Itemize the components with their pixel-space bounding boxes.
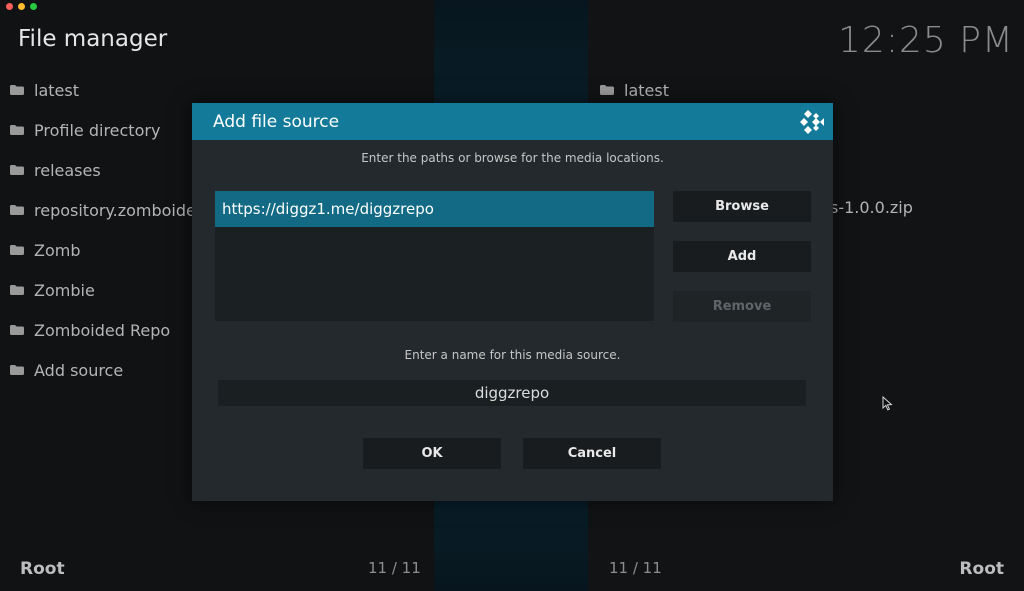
- folder-icon: [600, 85, 614, 95]
- add-file-source-dialog: Add file source Enter the paths or brows…: [192, 103, 833, 501]
- dialog-header: Add file source: [192, 103, 833, 140]
- window-controls: [6, 3, 37, 10]
- list-item-label-partial[interactable]: s-1.0.0.zip: [830, 198, 913, 217]
- add-button[interactable]: Add: [673, 241, 811, 272]
- left-pane-root-label: Root: [20, 559, 65, 579]
- clock: 12:25 PM: [838, 20, 1014, 61]
- remove-button[interactable]: Remove: [673, 291, 811, 322]
- list-item-label: Zombie: [34, 280, 95, 300]
- right-pane-item-count: 11 / 11: [609, 559, 662, 577]
- list-item-label: Zomb: [34, 240, 81, 260]
- list-item-label: Profile directory: [34, 120, 161, 140]
- folder-icon: [10, 285, 24, 295]
- paths-instruction: Enter the paths or browse for the media …: [361, 151, 664, 165]
- folder-icon: [10, 125, 24, 135]
- list-item-label: latest: [624, 80, 669, 100]
- list-item-label: latest: [34, 80, 79, 100]
- name-instruction: Enter a name for this media source.: [404, 348, 621, 362]
- folder-icon: [10, 365, 24, 375]
- folder-icon: [10, 85, 24, 95]
- folder-icon: [10, 245, 24, 255]
- kodi-logo-icon: [799, 109, 825, 139]
- right-pane-root-label: Root: [959, 559, 1004, 579]
- source-paths-list: https://diggz1.me/diggzrepo: [215, 191, 654, 321]
- maximize-window-button[interactable]: [30, 3, 37, 10]
- source-path-item[interactable]: https://diggz1.me/diggzrepo: [215, 191, 654, 227]
- list-item-label: releases: [34, 160, 101, 180]
- folder-icon: [10, 205, 24, 215]
- list-item-label: Zomboided Repo: [34, 320, 171, 340]
- folder-icon: [10, 325, 24, 335]
- list-item-label: repository.zomboided: [34, 200, 207, 220]
- folder-icon: [10, 165, 24, 175]
- list-item-label: Add source: [34, 360, 124, 380]
- browse-button[interactable]: Browse: [673, 191, 811, 222]
- ok-button[interactable]: OK: [363, 438, 501, 469]
- mouse-pointer-icon: [882, 395, 893, 415]
- close-window-button[interactable]: [6, 3, 13, 10]
- source-name-field[interactable]: diggzrepo: [218, 380, 806, 406]
- left-pane-item-count: 11 / 11: [368, 559, 421, 577]
- dialog-title: Add file source: [213, 111, 340, 132]
- minimize-window-button[interactable]: [18, 3, 25, 10]
- cancel-button[interactable]: Cancel: [523, 438, 661, 469]
- page-title: File manager: [18, 26, 168, 52]
